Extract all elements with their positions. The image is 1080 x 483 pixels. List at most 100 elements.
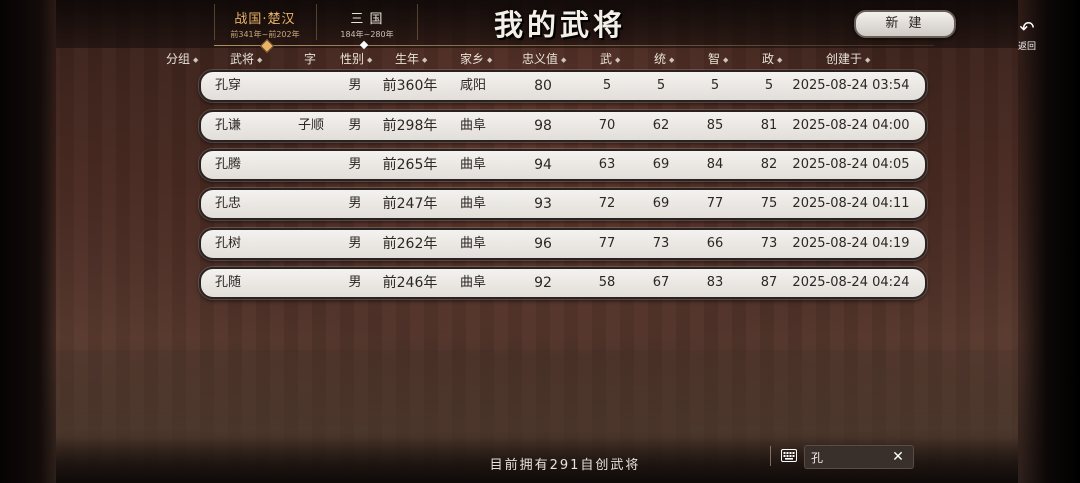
sort-caret-icon: ◆ [561,56,567,64]
cell-politics: 87 [760,275,778,290]
cell-lead: 69 [652,157,670,172]
column-header-intel[interactable]: 智 ◆ [708,50,728,67]
cell-courtesy [291,269,331,297]
sort-caret-icon: ◆ [865,56,871,64]
column-header-birth[interactable]: 生年 ◆ [395,50,427,67]
cell-courtesy [291,72,331,100]
back-arrow-icon: ↶ [1019,18,1035,39]
back-label: 返回 [1017,42,1036,52]
cell-politics: 73 [760,236,778,251]
cell-politics: 5 [764,78,774,93]
sort-caret-icon: ◆ [367,56,373,64]
right-edge [1018,0,1080,483]
keyboard-icon[interactable] [781,449,797,462]
cell-name: 孔忠 [215,196,242,211]
back-button[interactable]: ↶ 返回 [1010,18,1044,53]
column-header-politics[interactable]: 政 ◆ [762,50,782,67]
sort-caret-icon: ◆ [257,56,263,64]
column-label: 性别 [340,52,365,66]
search-input[interactable] [811,448,887,466]
era-tab-warring-states[interactable]: 战国·楚汉 前341年~前202年 [214,4,315,40]
cell-loyalty: 98 [534,118,552,134]
cell-loyalty: 94 [534,157,552,173]
sort-caret-icon: ◆ [777,56,783,64]
general-row[interactable]: 孔腾 男 前265年 曲阜 94 63 69 84 82 2025-08-24 … [199,149,927,181]
sort-caret-icon: ◆ [723,56,729,64]
cell-name: 孔穿 [215,78,242,93]
cell-created: 2025-08-24 03:54 [792,78,910,93]
sort-caret-icon: ◆ [422,56,428,64]
cell-war: 72 [598,196,616,211]
cell-hometown: 曲阜 [459,236,486,251]
column-label: 生年 [395,52,420,66]
general-row[interactable]: 孔随 男 前246年 曲阜 92 58 67 83 87 2025-08-24 … [199,267,927,299]
cell-loyalty: 92 [534,275,552,291]
cell-lead: 73 [652,236,670,251]
table-header: 分组 ◆ 武将 ◆ 字 性别 ◆ 生年 ◆ 家乡 ◆ 忠义值 ◆ 武 ◆ 统 ◆ 智 ◆ 政 ◆ 创… [160,50,920,68]
general-row[interactable]: 孔树 男 前262年 曲阜 96 77 73 66 73 2025-08-24 … [199,228,927,260]
column-label: 忠义值 [522,52,559,66]
search-divider [770,446,771,466]
sort-caret-icon: ◆ [615,56,621,64]
general-row[interactable]: 孔谦 子顺 男 前298年 曲阜 98 70 62 85 81 2025-08-… [199,110,927,142]
column-header-general[interactable]: 武将 ◆ [230,50,262,67]
cell-war: 77 [598,236,616,251]
cell-hometown: 曲阜 [459,196,486,211]
column-label: 武将 [230,52,255,66]
cell-created: 2025-08-24 04:19 [792,236,910,251]
cell-loyalty: 93 [534,196,552,212]
cell-gender: 男 [348,78,362,93]
column-label: 统 [654,52,667,66]
cell-birth: 前265年 [382,157,438,173]
era-tab-range: 184年~280年 [340,30,394,39]
cell-loyalty: 80 [534,78,552,94]
general-row[interactable]: 孔穿 男 前360年 咸阳 80 5 5 5 5 2025-08-24 03:5… [199,70,927,102]
cell-gender: 男 [348,236,362,251]
cell-birth: 前246年 [382,275,438,291]
cell-gender: 男 [348,275,362,290]
column-label: 家乡 [460,52,485,66]
column-header-loyalty[interactable]: 忠义值 ◆ [522,50,566,67]
column-header-lead[interactable]: 统 ◆ [654,50,674,67]
cell-intel: 5 [710,78,720,93]
era-tab-name: 战国·楚汉 [234,12,296,27]
cell-intel: 66 [706,236,724,251]
column-header-gender[interactable]: 性别 ◆ [340,50,372,67]
cell-courtesy [291,230,331,258]
new-general-button[interactable]: 新 建 [854,10,956,38]
column-header-group[interactable]: 分组 ◆ [166,50,198,67]
general-row[interactable]: 孔忠 男 前247年 曲阜 93 72 69 77 75 2025-08-24 … [199,188,927,220]
cell-gender: 男 [348,157,362,172]
cell-war: 5 [602,78,612,93]
column-header-hometown[interactable]: 家乡 ◆ [460,50,492,67]
cell-intel: 85 [706,118,724,133]
column-label: 武 [600,52,613,66]
era-tab-range: 前341年~前202年 [230,30,300,39]
cell-birth: 前360年 [382,78,438,94]
sort-caret-icon: ◆ [193,56,199,64]
cell-lead: 69 [652,196,670,211]
cell-created: 2025-08-24 04:24 [792,275,910,290]
cell-war: 70 [598,118,616,133]
column-header-created[interactable]: 创建于 ◆ [826,50,870,67]
cell-courtesy: 子顺 [297,118,324,133]
page-title: 我的武将 [493,8,626,42]
cell-courtesy [291,151,331,179]
close-icon[interactable]: ✕ [889,447,907,467]
cell-politics: 75 [760,196,778,211]
cell-birth: 前298年 [382,118,438,134]
sort-caret-icon: ◆ [669,56,675,64]
cell-hometown: 曲阜 [459,275,486,290]
cell-lead: 5 [656,78,666,93]
cell-politics: 81 [760,118,778,133]
cell-hometown: 曲阜 [459,118,486,133]
cell-name: 孔谦 [215,118,242,133]
cell-courtesy [291,190,331,218]
cell-created: 2025-08-24 04:05 [792,157,910,172]
cell-loyalty: 96 [534,236,552,252]
cell-war: 63 [598,157,616,172]
search-box: ✕ [804,445,914,469]
column-header-war[interactable]: 武 ◆ [600,50,620,67]
era-tab-three-kingdoms[interactable]: 三 国 184年~280年 [316,4,418,40]
column-header-courtesy: 字 [304,52,317,66]
